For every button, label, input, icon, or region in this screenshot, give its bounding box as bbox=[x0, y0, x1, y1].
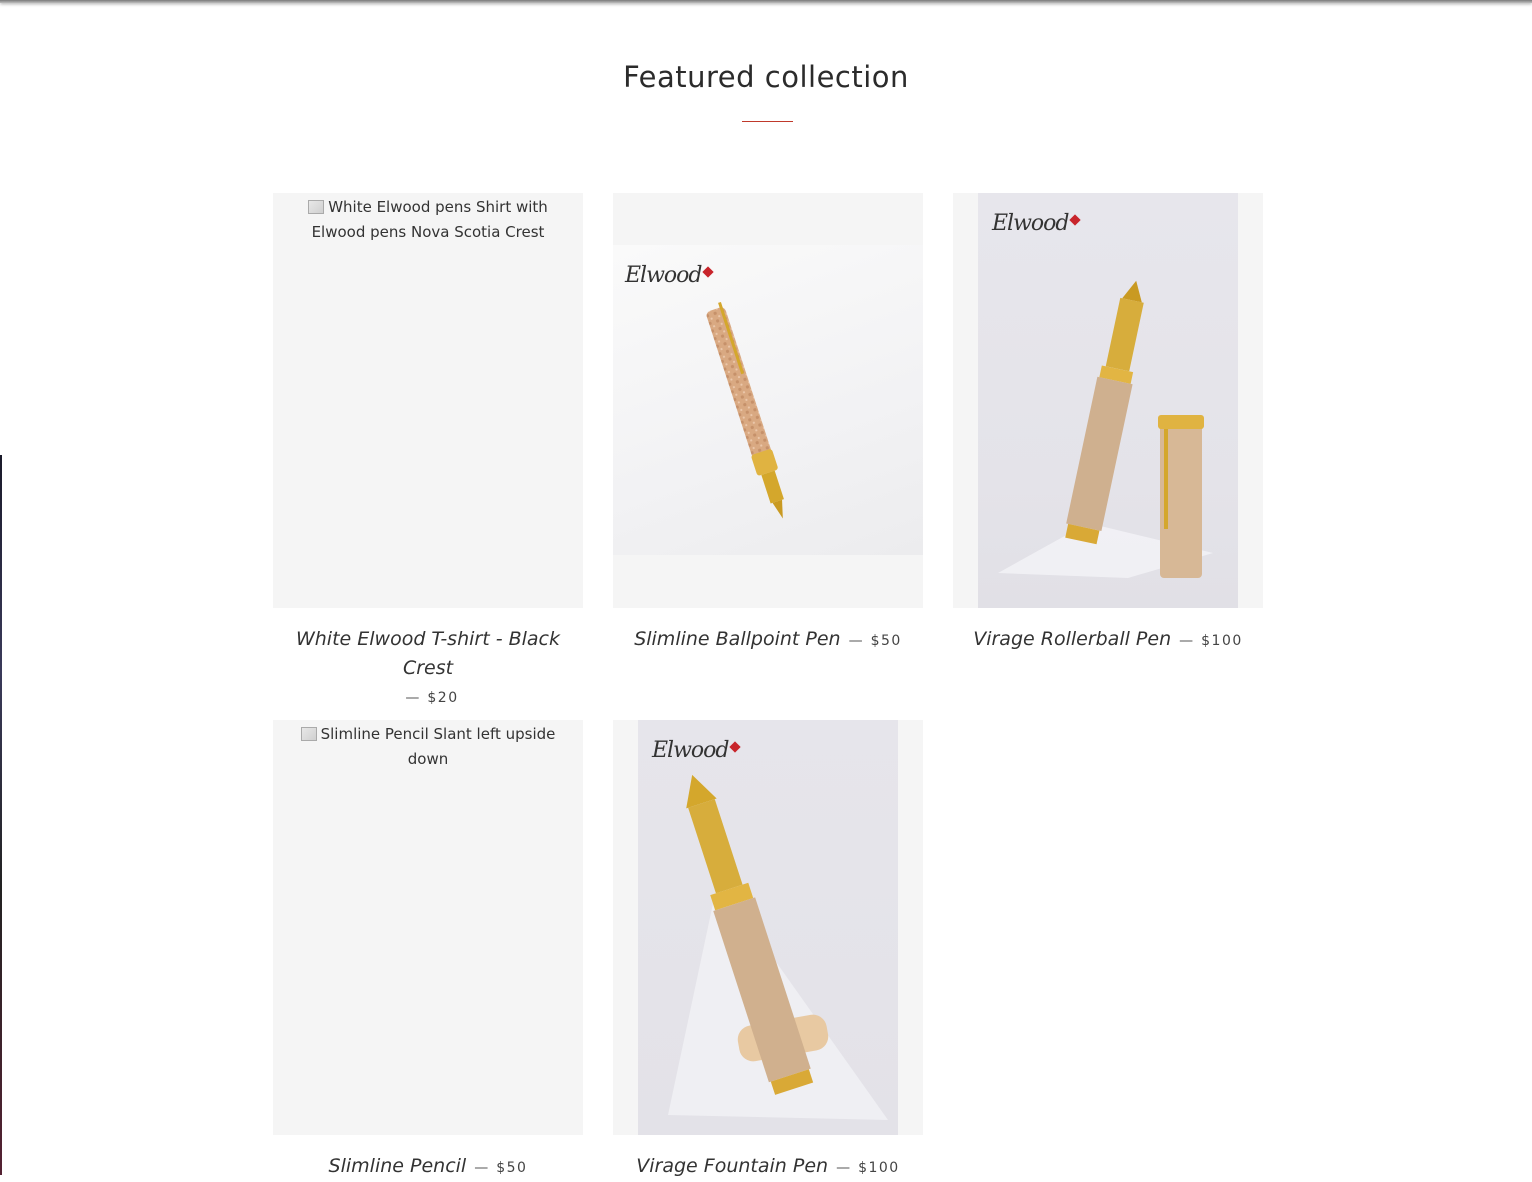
product-price: $50 bbox=[870, 633, 902, 649]
section-title: Featured collection bbox=[623, 60, 909, 94]
product-price: $50 bbox=[496, 1160, 528, 1176]
product-price: $100 bbox=[1201, 633, 1243, 649]
product-card[interactable]: Slimline Pencil Slant left upside down S… bbox=[273, 720, 583, 1182]
product-photo: Elwood bbox=[613, 245, 923, 555]
product-price: $20 bbox=[427, 690, 459, 706]
title-divider bbox=[742, 121, 793, 122]
broken-image-alt: White Elwood pens Shirt with Elwood pens… bbox=[291, 195, 565, 245]
price-separator: — bbox=[474, 1160, 489, 1176]
product-card[interactable]: Elwood Virage Rollerball Pen — $100 bbox=[953, 193, 1263, 655]
product-card[interactable]: Elwood Virage Fountain Pen — $100 bbox=[613, 720, 923, 1182]
product-caption: Virage Fountain Pen — $100 bbox=[613, 1152, 923, 1182]
broken-image-alt: Slimline Pencil Slant left upside down bbox=[291, 722, 565, 772]
broken-image-icon bbox=[300, 727, 317, 741]
product-caption: Virage Rollerball Pen — $100 bbox=[953, 625, 1263, 655]
product-card[interactable]: Elwood Slimline Ballpoint Pen — $50 bbox=[613, 193, 923, 655]
product-photo: Elwood bbox=[638, 720, 898, 1135]
product-card[interactable]: White Elwood pens Shirt with Elwood pens… bbox=[273, 193, 583, 712]
product-name[interactable]: Virage Rollerball Pen bbox=[973, 628, 1171, 650]
product-image-link[interactable]: White Elwood pens Shirt with Elwood pens… bbox=[273, 193, 583, 608]
ballpoint-pen-illustration bbox=[706, 301, 784, 519]
price-separator: — bbox=[836, 1160, 851, 1176]
broken-image-icon bbox=[308, 200, 325, 214]
price-separator: — bbox=[405, 690, 420, 706]
product-image-link[interactable]: Elwood bbox=[613, 193, 923, 608]
product-name[interactable]: Slimline Ballpoint Pen bbox=[634, 628, 840, 650]
header-shadow bbox=[0, 0, 1532, 3]
product-name[interactable]: White Elwood T-shirt - Black Crest bbox=[296, 628, 560, 679]
product-price: $100 bbox=[858, 1160, 900, 1176]
fountain-pen-illustration bbox=[668, 774, 888, 1120]
product-caption: Slimline Pencil — $50 bbox=[273, 1152, 583, 1182]
product-image-link[interactable]: Elwood bbox=[953, 193, 1263, 608]
product-name[interactable]: Virage Fountain Pen bbox=[636, 1155, 828, 1177]
product-image-link[interactable]: Elwood bbox=[613, 720, 923, 1135]
left-edge-strip bbox=[0, 455, 2, 1175]
product-name[interactable]: Slimline Pencil bbox=[329, 1155, 467, 1177]
rollerball-pen-illustration bbox=[998, 280, 1213, 578]
product-photo: Elwood bbox=[978, 193, 1238, 608]
price-separator: — bbox=[848, 633, 863, 649]
product-caption: White Elwood T-shirt - Black Crest — $20 bbox=[273, 625, 583, 712]
product-caption: Slimline Ballpoint Pen — $50 bbox=[613, 625, 923, 655]
product-image-link[interactable]: Slimline Pencil Slant left upside down bbox=[273, 720, 583, 1135]
price-separator: — bbox=[1179, 633, 1194, 649]
